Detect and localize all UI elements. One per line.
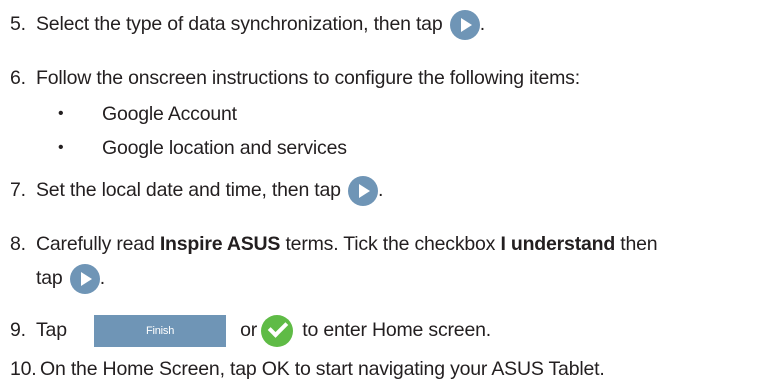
play-arrow-icon xyxy=(69,263,100,294)
or-text: or xyxy=(240,319,258,341)
step-number: 8. xyxy=(10,233,26,255)
inspire-asus-label: Inspire ASUS xyxy=(159,233,281,255)
step-text: Follow the onscreen instructions to conf… xyxy=(36,67,580,89)
document-page: { "steps": [ {"num": "5.", "text_a": "Se… xyxy=(0,0,769,385)
bullet-dot: • xyxy=(58,139,64,156)
bullet-dot: • xyxy=(58,105,64,122)
play-arrow-icon xyxy=(348,175,379,206)
checkmark-icon xyxy=(261,314,294,347)
step-text: Tap xyxy=(36,319,73,341)
i-understand-label: I understand xyxy=(500,233,616,255)
step-7: 7. Set the local date and time, then tap… xyxy=(10,175,383,206)
step-text-end: . xyxy=(99,267,105,289)
step-text: On the Home Screen, tap OK to start navi… xyxy=(40,358,605,380)
step-text: Set the local date and time, then tap xyxy=(36,179,347,201)
finish-button: Finish xyxy=(94,314,227,347)
step-6: 6. Follow the onscreen instructions to c… xyxy=(10,66,580,90)
step-9: 9. Tap Finish or to enter Home screen. xyxy=(10,314,491,347)
bullet-text: Google location and services xyxy=(102,137,347,159)
step-number: 5. xyxy=(10,13,26,35)
step-text-end: to enter Home screen. xyxy=(297,319,491,341)
bullet-text: Google Account xyxy=(102,103,237,125)
step-number: 7. xyxy=(10,179,26,201)
step-text-mid: terms. Tick the checkbox xyxy=(280,233,501,255)
step-text: tap xyxy=(36,267,68,289)
step-10: 10. On the Home Screen, tap OK to start … xyxy=(10,357,605,381)
step-number: 10. xyxy=(10,358,37,380)
step-text-end: then xyxy=(615,233,658,255)
step-5: 5. Select the type of data synchronizati… xyxy=(10,9,485,40)
step-number: 6. xyxy=(10,67,26,89)
play-arrow-icon xyxy=(449,9,480,40)
step-8-continued: tap . xyxy=(36,263,105,294)
step-text-end: . xyxy=(378,179,384,201)
step-text: Carefully read xyxy=(36,233,160,255)
step-text-end: . xyxy=(479,13,485,35)
step-text: Select the type of data synchronization,… xyxy=(36,13,448,35)
step-number: 9. xyxy=(10,319,26,341)
step-8: 8. Carefully read Inspire ASUS terms. Ti… xyxy=(10,232,658,256)
